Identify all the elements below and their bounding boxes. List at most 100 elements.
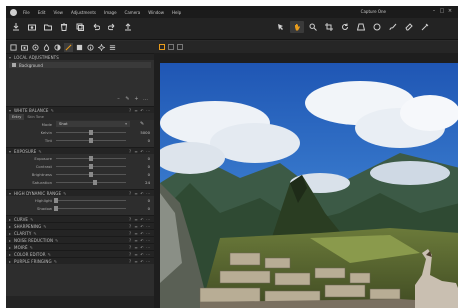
tint-value[interactable]: 0 bbox=[134, 138, 150, 143]
shadow-slider[interactable] bbox=[54, 205, 126, 211]
section-title: EXPOSURE bbox=[14, 148, 37, 154]
keystone-icon[interactable] bbox=[354, 21, 368, 33]
grid-view-tab[interactable] bbox=[177, 44, 183, 50]
menu-camera[interactable]: Camera bbox=[125, 10, 141, 15]
spot-icon[interactable] bbox=[370, 21, 384, 33]
tint-slider-knob[interactable] bbox=[89, 137, 93, 143]
kelvin-value[interactable]: 5000 bbox=[134, 130, 150, 135]
section-header-noise-reduction[interactable]: ▸ NOISE REDUCTION ✎? ≡ ↶ ⋯ bbox=[6, 236, 154, 243]
section-header-sharpening[interactable]: ▸ SHARPENING ✎? ≡ ↶ ⋯ bbox=[6, 222, 154, 229]
details-icon[interactable] bbox=[64, 42, 73, 52]
stack-icon[interactable] bbox=[74, 21, 86, 33]
brightness-slider-knob[interactable] bbox=[89, 171, 93, 177]
layer-row-background[interactable]: Background bbox=[9, 62, 151, 68]
capture-icon[interactable] bbox=[20, 43, 29, 52]
white-balance-header[interactable]: ▾ WHITE BALANCE ✎ ? ≡ ↶ ⋯ bbox=[6, 106, 154, 113]
section-header-moir-[interactable]: ▸ MOIRÉ ✎? ≡ ↶ ⋯ bbox=[6, 243, 154, 250]
folder-icon[interactable] bbox=[42, 21, 54, 33]
import-icon[interactable] bbox=[10, 21, 22, 33]
shadow-label: Shadow bbox=[37, 205, 52, 211]
saturation-slider[interactable] bbox=[56, 179, 126, 185]
brush-icon[interactable] bbox=[386, 21, 400, 33]
mode-select[interactable]: Shot ▾ bbox=[56, 121, 130, 127]
exposure-value[interactable]: 0 bbox=[134, 156, 150, 161]
highlight-slider-knob[interactable] bbox=[54, 197, 58, 203]
menu-view[interactable]: View bbox=[53, 10, 63, 15]
add-layer-button[interactable]: + bbox=[132, 96, 141, 102]
brush-layer-button[interactable]: ✎ bbox=[123, 96, 132, 102]
hand-icon[interactable] bbox=[290, 21, 304, 33]
exposure-header[interactable]: ▾ EXPOSURE ✎ ? ≡ ↶ ⋯ bbox=[6, 147, 154, 154]
library-icon[interactable] bbox=[9, 43, 18, 52]
menu-file[interactable]: File bbox=[23, 10, 30, 15]
exposure-slider-knob[interactable] bbox=[89, 155, 93, 161]
tint-label: Tint bbox=[44, 137, 52, 143]
menu-image[interactable]: Image bbox=[104, 10, 117, 15]
shadow-slider-knob[interactable] bbox=[54, 205, 58, 211]
saturation-value[interactable]: 24 bbox=[134, 180, 150, 185]
layer-menu-button[interactable]: … bbox=[141, 96, 150, 102]
section-header-color-editor[interactable]: ▸ COLOR EDITOR ✎? ≡ ↶ ⋯ bbox=[6, 250, 154, 257]
eraser-icon[interactable] bbox=[402, 21, 416, 33]
highlight-value[interactable]: 0 bbox=[134, 198, 150, 203]
redo-icon[interactable] bbox=[106, 21, 118, 33]
more-icon[interactable]: ⋯ bbox=[145, 108, 151, 113]
eyedropper-icon[interactable]: ✎ bbox=[140, 121, 146, 127]
menu-window[interactable]: Window bbox=[148, 10, 164, 15]
hdr-rows: Highlight 0 Shadow 0 bbox=[6, 196, 154, 212]
undo-icon[interactable] bbox=[90, 21, 102, 33]
highlight-slider[interactable] bbox=[54, 197, 126, 203]
compare-view-tab[interactable] bbox=[168, 44, 174, 50]
single-view-tab[interactable] bbox=[159, 44, 165, 50]
maximize-button[interactable]: □ bbox=[438, 8, 446, 15]
tab-skin-tone[interactable]: Skin Tone bbox=[24, 114, 47, 120]
section-title: CLARITY bbox=[14, 230, 32, 236]
export-icon[interactable] bbox=[122, 21, 134, 33]
remove-layer-button[interactable]: – bbox=[114, 96, 123, 102]
tab-entry[interactable]: Entry bbox=[9, 113, 25, 120]
contrast-value[interactable]: 0 bbox=[134, 164, 150, 169]
section-header-clarity[interactable]: ▸ CLARITY ✎? ≡ ↶ ⋯ bbox=[6, 229, 154, 236]
menu-help[interactable]: Help bbox=[172, 10, 181, 15]
close-button[interactable]: × bbox=[446, 8, 454, 15]
exposure-icon[interactable] bbox=[53, 43, 62, 52]
kelvin-slider-knob[interactable] bbox=[89, 129, 93, 135]
shadow-value[interactable]: 0 bbox=[134, 206, 150, 211]
contrast-slider[interactable] bbox=[56, 163, 126, 169]
chevron-right-icon: ▸ bbox=[9, 244, 12, 250]
saturation-slider-knob[interactable] bbox=[92, 179, 97, 185]
trash-icon[interactable] bbox=[58, 21, 70, 33]
rotate-icon[interactable] bbox=[338, 21, 352, 33]
menu-edit[interactable]: Edit bbox=[38, 10, 46, 15]
crop-icon[interactable] bbox=[322, 21, 336, 33]
brightness-slider[interactable] bbox=[56, 171, 126, 177]
color-icon[interactable] bbox=[42, 43, 51, 52]
app-logo bbox=[10, 8, 17, 16]
image-viewer[interactable] bbox=[154, 53, 458, 308]
contrast-label: Contrast bbox=[35, 163, 52, 169]
contrast-slider-knob[interactable] bbox=[89, 163, 93, 169]
output-icon[interactable] bbox=[97, 43, 106, 52]
metadata-icon[interactable] bbox=[86, 43, 95, 52]
adjustments-icon[interactable] bbox=[75, 43, 84, 52]
exposure-slider[interactable] bbox=[56, 155, 126, 161]
menu-adjustments[interactable]: Adjustments bbox=[71, 10, 96, 15]
local-adjustments-header[interactable]: ▾ LOCAL ADJUSTMENTS bbox=[6, 53, 154, 60]
mode-value: Shot bbox=[59, 121, 68, 126]
pan-icon[interactable] bbox=[274, 21, 288, 33]
batch-icon[interactable] bbox=[108, 43, 117, 52]
zoom-icon[interactable] bbox=[306, 21, 320, 33]
picker-icon[interactable] bbox=[418, 21, 432, 33]
lens-icon[interactable] bbox=[31, 43, 40, 52]
more-icon[interactable]: ⋯ bbox=[145, 259, 151, 264]
menu-bar: File Edit View Adjustments Image Camera … bbox=[6, 6, 458, 18]
camera-icon[interactable] bbox=[26, 21, 38, 33]
brightness-value[interactable]: 0 bbox=[134, 172, 150, 177]
section-header-purple-fringing[interactable]: ▸ PURPLE FRINGING ✎ ? ≡ ↶ ⋯ bbox=[6, 257, 154, 264]
kelvin-slider[interactable] bbox=[56, 129, 126, 135]
tint-slider[interactable] bbox=[56, 137, 126, 143]
minimize-button[interactable]: – bbox=[430, 8, 438, 15]
hdr-header[interactable]: ▾ HIGH DYNAMIC RANGE ✎ ? ≡ ↶ ⋯ bbox=[6, 189, 154, 196]
section-header-curve[interactable]: ▸ CURVE ✎? ≡ ↶ ⋯ bbox=[6, 215, 154, 222]
section-title: COLOR EDITOR bbox=[14, 251, 46, 257]
